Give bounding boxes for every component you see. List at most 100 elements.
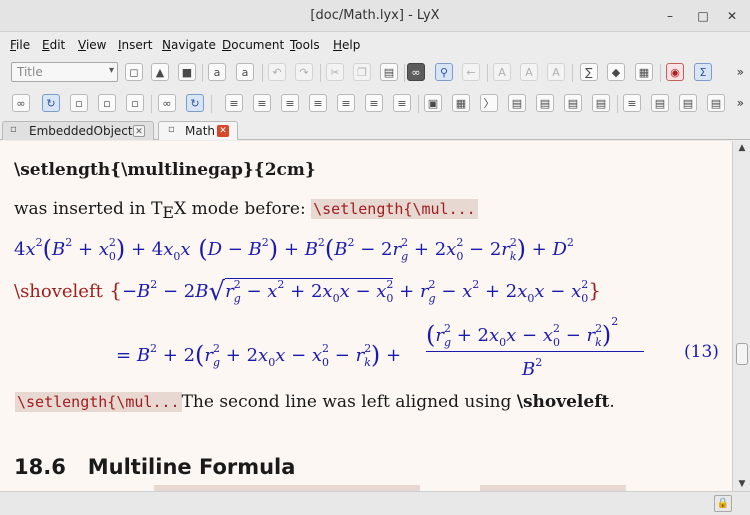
label-icon[interactable]: 〉 [480, 94, 498, 112]
menu-tools[interactable]: Tools [290, 38, 320, 52]
tab-label: EmbeddedObjects [29, 124, 139, 138]
emphasis-icon[interactable]: A [493, 63, 511, 81]
title-bar: [doc/Math.lyx] - LyX – □ ✕ [0, 0, 750, 32]
branch-icon[interactable]: ▤ [707, 94, 725, 112]
find-binoculars-icon[interactable]: ∞ [407, 63, 425, 81]
table-float-icon[interactable]: ▦ [452, 94, 470, 112]
view-other-icon[interactable]: ∞ [158, 94, 176, 112]
copy-icon[interactable]: ❐ [353, 63, 371, 81]
menu-file[interactable]: File [10, 38, 30, 52]
equation-number: (13) [684, 342, 719, 362]
formula-line-3[interactable]: = B2 + 2(r2g + 2x0x − x20 − r2k) + [116, 341, 401, 369]
view-glasses-icon[interactable]: ∞ [12, 94, 30, 112]
spellcheck-continuous-icon[interactable]: a [236, 63, 254, 81]
lyx-window: [doc/Math.lyx] - LyX – □ ✕ File Edit Vie… [0, 0, 750, 515]
menu-edit[interactable]: Edit [42, 38, 65, 52]
menu-help[interactable]: Help [333, 38, 360, 52]
numbered-list-icon[interactable]: ≡ [253, 94, 271, 112]
cut-icon[interactable]: ✂ [326, 63, 344, 81]
menu-navigate[interactable]: Navigate [162, 38, 216, 52]
undo-icon[interactable]: ↶ [268, 63, 286, 81]
close-button[interactable]: ✕ [722, 6, 742, 26]
scroll-up-arrow-icon[interactable]: ▲ [733, 143, 750, 153]
paste-icon[interactable]: ▤ [380, 63, 398, 81]
formula-line-1[interactable]: 4x2(B2 + x20) + 4x0x (D − B2) + B2(B2 − … [14, 235, 574, 263]
figure-float-icon[interactable]: ▣ [424, 94, 442, 112]
vertical-scrollbar[interactable]: ▲ ▼ [732, 141, 750, 491]
document-icon: ▫ [168, 124, 175, 135]
document-work-area[interactable]: \setlength{\multlinegap}{2cm} was insert… [0, 141, 732, 491]
outline-in-icon[interactable]: ≡ [365, 94, 383, 112]
document-icon: ▫ [10, 124, 17, 135]
insert-comment-icon[interactable]: ▤ [679, 94, 697, 112]
nomenclature-icon[interactable]: ▤ [592, 94, 610, 112]
paragraph-layout-select[interactable]: Title ▾ [11, 62, 118, 82]
scrollbar-thumb[interactable] [736, 343, 748, 365]
open-folder-icon[interactable]: ▲ [151, 63, 169, 81]
cross-reference-icon[interactable]: ▤ [508, 94, 526, 112]
section-heading: 18.6 Multiline Formula [14, 455, 295, 479]
new-document-icon[interactable]: ◻ [125, 63, 143, 81]
update-other-icon[interactable]: ↻ [186, 94, 204, 112]
toolbar-separator [151, 95, 152, 113]
back-arrow-icon[interactable]: ← [462, 63, 480, 81]
close-icon[interactable]: ✕ [133, 125, 145, 137]
math-panel-icon[interactable]: Σ [694, 63, 712, 81]
ert-inset-setlength[interactable]: \setlength{\mul... [311, 199, 478, 219]
export-icon[interactable]: ▫ [126, 94, 144, 112]
footnote-icon[interactable]: ▤ [536, 94, 554, 112]
outline-out-icon[interactable]: ≡ [393, 94, 411, 112]
save-icon[interactable]: ■ [178, 63, 196, 81]
tab-label: Math [185, 124, 216, 138]
menu-bar: File Edit View Insert Navigate Document … [0, 34, 750, 56]
view-master-icon[interactable]: ▫ [70, 94, 88, 112]
close-icon[interactable]: ✕ [217, 125, 229, 137]
toolbar-overflow-button-2[interactable]: » [737, 96, 744, 110]
scroll-down-arrow-icon[interactable]: ▼ [733, 479, 750, 489]
view-output-icon[interactable]: ◉ [666, 63, 684, 81]
math-sum-icon[interactable]: ∑ [580, 63, 598, 81]
noun-icon[interactable]: A [520, 63, 538, 81]
tab-math[interactable]: ▫ Math ✕ [158, 121, 238, 140]
toolbar-separator [211, 95, 212, 113]
menu-view[interactable]: View [78, 38, 106, 52]
refresh-icon[interactable]: ↻ [42, 94, 60, 112]
search-icon[interactable]: ⚲ [435, 63, 453, 81]
align-left-icon[interactable]: ≡ [623, 94, 641, 112]
tab-embeddedobjects[interactable]: ▫ EmbeddedObjects ✕ [2, 121, 154, 140]
document-tabs: ▫ EmbeddedObjects ✕ ▫ Math ✕ [0, 119, 750, 140]
toolbar-secondary: ∞ ↻ ▫ ▫ ▫ ∞ ↻ ≡ ≡ ≡ ≡ ≡ ≡ ≡ ▣ ▦ 〉 ▤ ▤ ▤ … [0, 88, 750, 118]
menu-document[interactable]: Document [222, 38, 284, 52]
section-title: Multiline Formula [87, 455, 296, 479]
note-icon[interactable]: ▤ [651, 94, 669, 112]
menu-insert[interactable]: Insert [118, 38, 152, 52]
status-bar: 🔒 [0, 491, 750, 515]
fraction-denominator: B2 [522, 356, 543, 380]
toolbar-separator [617, 95, 618, 113]
margin-note-icon[interactable]: ▤ [564, 94, 582, 112]
update-master-icon[interactable]: ▫ [98, 94, 116, 112]
decrease-depth-icon[interactable]: ≡ [309, 94, 327, 112]
increase-depth-icon[interactable]: ≡ [337, 94, 355, 112]
description-list-icon[interactable]: ≡ [281, 94, 299, 112]
insert-graphics-icon[interactable]: ◆ [607, 63, 625, 81]
minimize-button[interactable]: – [660, 6, 680, 26]
toolbar-separator [418, 95, 419, 113]
toolbar-separator [202, 64, 203, 82]
formula-line-2[interactable]: \shoveleft {−B2 − 2B√r2g − x2 + 2x0x − x… [14, 277, 601, 307]
ert-inset-setlength-2[interactable]: \setlength{\mul... [15, 392, 182, 412]
layout-value: Title [17, 65, 43, 79]
toolbar-overflow-button[interactable]: » [737, 65, 744, 79]
spellcheck-icon[interactable]: a [208, 63, 226, 81]
maximize-button[interactable]: □ [693, 6, 713, 26]
text-style-icon[interactable]: A [547, 63, 565, 81]
toolbar-separator [262, 64, 263, 82]
lock-icon[interactable]: 🔒 [714, 495, 732, 512]
fraction-numerator: (r2g + 2x0x − x20 − r2k)2 [426, 315, 619, 349]
toolbar-separator [572, 64, 573, 82]
insert-table-icon[interactable]: ▦ [635, 63, 653, 81]
redo-icon[interactable]: ↷ [295, 63, 313, 81]
list-icon[interactable]: ≡ [225, 94, 243, 112]
fraction-bar [426, 351, 644, 352]
paragraph-shoveleft: \setlength{\mul... The second line was le… [15, 392, 615, 412]
